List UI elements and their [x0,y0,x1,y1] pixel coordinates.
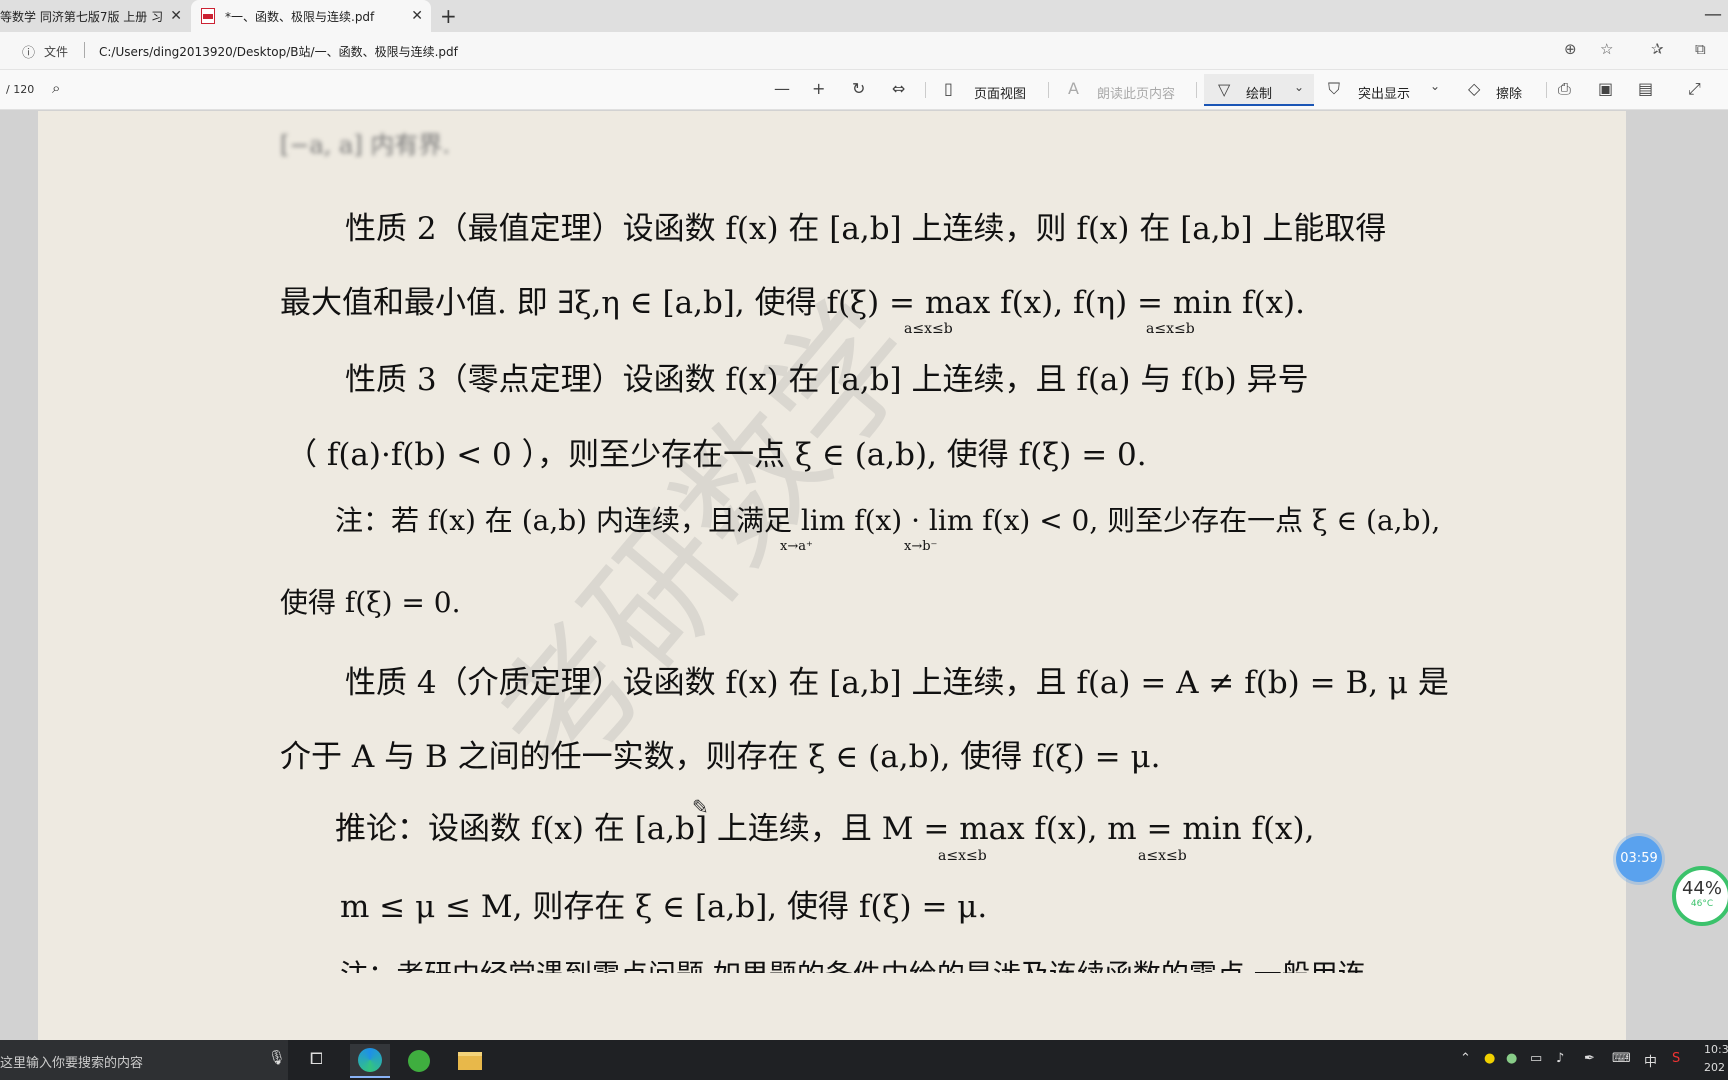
pen-tray-icon[interactable]: ✒ [1584,1051,1595,1066]
partial-line: [−a, a] 内有界. [280,131,450,159]
search-icon[interactable]: ⌕ [52,79,60,97]
fullscreen-icon[interactable]: ⤢ [1688,79,1701,99]
note-line-cut: 注：考研中经常遇到零点问题,如果题的条件中给的是涉及连续函数的零点,一般用连 [340,953,1366,973]
info-icon[interactable]: ⓘ [22,42,35,61]
close-icon[interactable]: ✕ [411,8,423,24]
file-explorer-app[interactable] [450,1044,490,1078]
property-2-line-1: 性质 2（最值定理）设函数 f(x) 在 [a,b] 上连续，则 f(x) 在 … [345,211,1387,247]
corollary-line-2: m ≤ μ ≤ M, 则存在 ξ ∈ [a,b], 使得 f(ξ) = μ. [340,889,988,925]
property-3-line-1: 性质 3（零点定理）设函数 f(x) 在 [a,b] 上连续，且 f(a) 与 … [345,362,1309,398]
url-field[interactable]: C:/Users/ding2013920/Desktop/B站/一、函数、极限与… [99,43,458,60]
lim-subscript-left: x→b⁻ [904,539,938,554]
collections-icon[interactable]: ⧉ [1695,40,1706,58]
close-icon[interactable]: ✕ [170,8,182,24]
eraser-icon[interactable]: ◇ [1468,79,1480,98]
address-prefix: 文件 [44,45,69,59]
clock-date[interactable]: 202 [1704,1061,1725,1074]
minimize-icon[interactable]: — [1698,0,1728,30]
folder-icon [458,1052,482,1070]
search-placeholder: 这里输入你要搜索的内容 [0,1056,144,1071]
taskbar-search[interactable]: 这里输入你要搜索的内容 [0,1040,288,1080]
divider [1048,82,1049,98]
max-subscript: a≤x≤b [904,321,953,337]
chevron-down-icon[interactable]: ⌄ [1430,79,1440,93]
page-view-icon[interactable]: ▯ [944,79,953,98]
pdf-page: 考研数学 [−a, a] 内有界. 性质 2（最值定理）设函数 f(x) 在 [… [38,111,1626,1040]
chevron-down-icon[interactable]: ⌄ [1294,80,1304,94]
erase-button[interactable]: 擦除 [1496,83,1522,102]
tray-app-icon[interactable]: ● [1484,1051,1495,1066]
recording-timer[interactable]: 03:59 [1616,836,1662,882]
divider [84,42,85,58]
divider [925,82,926,98]
browser-360-app[interactable] [399,1044,439,1078]
read-aloud-button[interactable]: 朗读此页内容 [1097,83,1175,102]
save-as-icon[interactable]: ▤ [1638,79,1653,98]
new-tab-button[interactable]: + [440,4,457,28]
draw-label: 绘制 [1246,87,1273,102]
min-subscript: a≤x≤b [1146,321,1195,337]
pdf-toolbar: / 120 ⌕ — + ↻ ⇔ ▯ 页面视图 A 朗读此页内容 ▽ 绘制 ⌄ ⛉… [0,70,1728,110]
microphone-icon[interactable]: 🎙 [268,1050,286,1066]
browser-tab-bar: 等数学 同济第七版7版 上册 习 ✕ *一、函数、极限与连续.pdf ✕ + — [0,0,1728,32]
page-view-button[interactable]: 页面视图 [974,83,1026,102]
keyboard-icon[interactable]: ⌨ [1612,1051,1631,1066]
read-aloud-icon[interactable]: A [1068,79,1079,98]
tab-label: 等数学 同济第七版7版 上册 习 [0,9,164,24]
max-subscript: a≤x≤b [938,848,987,864]
fit-width-icon[interactable]: ⇔ [892,79,905,98]
performance-widget[interactable]: 44% 46°C [1672,866,1728,926]
pdf-viewer[interactable]: 考研数学 [−a, a] 内有界. 性质 2（最值定理）设函数 f(x) 在 [… [0,111,1728,1040]
zoom-out-icon[interactable]: — [774,79,790,98]
edge-app[interactable] [350,1044,390,1078]
save-icon[interactable]: ▣ [1598,79,1613,98]
page-count: / 120 [6,83,35,96]
task-view-icon[interactable]: ⧠ [310,1049,323,1069]
perf-percent: 44% [1681,878,1722,899]
network-icon[interactable]: ▭ [1530,1051,1542,1066]
property-4-line-1: 性质 4（介质定理）设函数 f(x) 在 [a,b] 上连续，且 f(a) = … [345,665,1449,701]
note-line-1: 注：若 f(x) 在 (a,b) 内连续，且满足 lim f(x) · lim … [335,504,1441,537]
tray-app-icon[interactable]: ● [1506,1051,1517,1066]
volume-icon[interactable]: ♪ [1556,1051,1564,1066]
favorites-icon[interactable]: ✰ [1651,40,1664,58]
highlight-button[interactable]: 突出显示 [1358,83,1410,102]
print-icon[interactable]: ⎙ [1558,79,1571,99]
property-3-line-2: （ f(a)·f(b) < 0 ），则至少存在一点 ξ ∈ (a,b), 使得 … [286,437,1147,473]
tab-label: *一、函数、极限与连续.pdf [225,9,375,24]
corollary-line-1: 推论：设函数 f(x) 在 [a,b] 上连续，且 M = max f(x), … [335,811,1315,847]
min-subscript: a≤x≤b [1138,848,1187,864]
tab-textbook[interactable]: 等数学 同济第七版7版 上册 习 ✕ [0,0,190,32]
property-2-line-2: 最大值和最小值. 即 ∃ξ,η ∈ [a,b], 使得 f(ξ) = max f… [280,285,1305,321]
perf-temp: 46°C [1690,899,1714,909]
rotate-icon[interactable]: ↻ [852,79,865,98]
tab-pdf-active[interactable]: *一、函数、极限与连续.pdf ✕ [191,0,431,32]
add-favorite-icon[interactable]: ☆ [1600,40,1613,58]
highlighter-icon[interactable]: ⛉ [1328,79,1340,99]
chevron-up-icon[interactable]: ⌃ [1460,1051,1471,1066]
zoom-icon[interactable]: ⊕ [1564,40,1577,58]
address-bar: ⓘ 文件 C:/Users/ding2013920/Desktop/B站/一、函… [0,32,1728,70]
pencil-cursor-icon: ✎ [692,795,709,819]
divider [1196,82,1197,98]
pdf-icon [201,8,215,24]
lim-subscript-right: x→a⁺ [780,539,813,554]
browser-360-icon [408,1050,430,1072]
property-4-line-2: 介于 A 与 B 之间的任一实数，则存在 ξ ∈ (a,b), 使得 f(ξ) … [280,739,1161,775]
note-line-2: 使得 f(ξ) = 0. [280,586,461,619]
windows-taskbar: 这里输入你要搜索的内容 🎙 ⧠ ⌃ ● ● ▭ ♪ ✒ ⌨ 中 S 10:3 2… [0,1040,1728,1080]
draw-button[interactable]: ▽ 绘制 ⌄ [1204,74,1314,106]
divider [1546,82,1547,98]
sogou-icon[interactable]: S [1672,1051,1680,1066]
pen-icon: ▽ [1218,80,1231,99]
ime-indicator[interactable]: 中 [1644,1051,1657,1070]
zoom-in-icon[interactable]: + [812,79,825,98]
clock-time[interactable]: 10:3 [1704,1043,1728,1056]
edge-icon [358,1048,382,1072]
